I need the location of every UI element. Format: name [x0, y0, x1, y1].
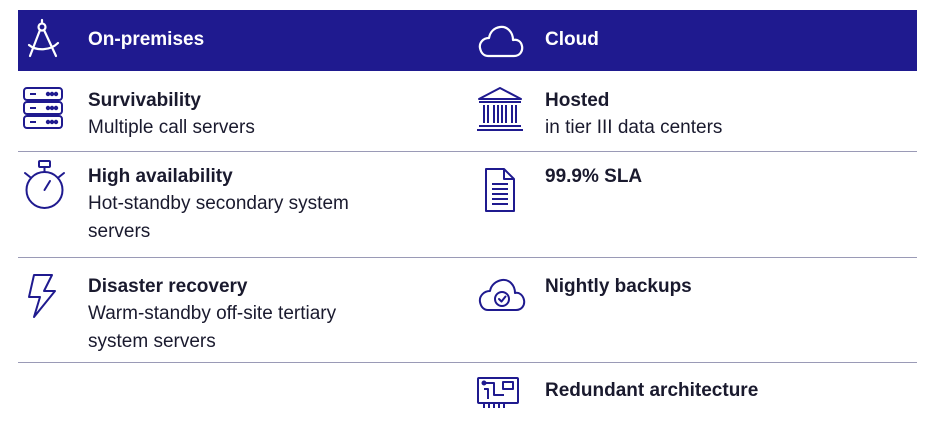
cell-disaster-recovery: Disaster recovery Warm-standby off-site … — [18, 258, 476, 362]
feature-title: Redundant architecture — [545, 380, 759, 401]
feature-description: Hot-standby secondary system servers — [88, 193, 349, 242]
cloud-icon — [476, 18, 524, 62]
feature-title: 99.9% SLA — [545, 166, 643, 187]
stopwatch-icon — [22, 159, 66, 211]
drafting-compass-icon — [22, 18, 66, 62]
table-row: High availability Hot-standby secondary … — [18, 152, 917, 258]
header-right-title: Cloud — [545, 29, 599, 50]
building-columns-icon — [476, 85, 523, 133]
feature-description: Multiple call servers — [88, 117, 255, 138]
cell-survivability: Survivability Multiple call servers — [18, 71, 476, 151]
table-header: On-premises Cloud — [18, 10, 917, 71]
lightning-bolt-icon — [22, 272, 66, 320]
feature-title: Nightly backups — [545, 276, 692, 297]
feature-description: in tier III data centers — [545, 117, 723, 138]
feature-title: Disaster recovery — [88, 276, 248, 297]
table-row: Redundant architecture — [18, 363, 917, 421]
header-on-premises: On-premises — [18, 10, 476, 71]
feature-title: Survivability — [88, 90, 201, 111]
table-row: Survivability Multiple call servers Host… — [18, 71, 917, 152]
feature-title: High availability — [88, 166, 233, 187]
server-rack-icon — [22, 85, 66, 133]
table-row: Disaster recovery Warm-standby off-site … — [18, 258, 917, 363]
cell-sla: 99.9% SLA — [476, 152, 917, 257]
comparison-table: On-premises Cloud Survivability Multiple… — [18, 10, 917, 421]
cell-empty — [18, 363, 476, 421]
header-left-title: On-premises — [88, 29, 205, 50]
feature-title: Hosted — [545, 90, 610, 111]
document-icon — [480, 166, 524, 214]
feature-description: Warm-standby off-site tertiary system se… — [88, 303, 337, 352]
cloud-check-icon — [476, 272, 528, 320]
cell-nightly-backups: Nightly backups — [476, 258, 917, 362]
circuit-board-icon — [476, 375, 520, 411]
cell-redundant-architecture: Redundant architecture — [476, 363, 917, 421]
header-cloud: Cloud — [476, 10, 917, 71]
cell-hosted: Hosted in tier III data centers — [476, 71, 917, 151]
cell-high-availability: High availability Hot-standby secondary … — [18, 152, 476, 257]
